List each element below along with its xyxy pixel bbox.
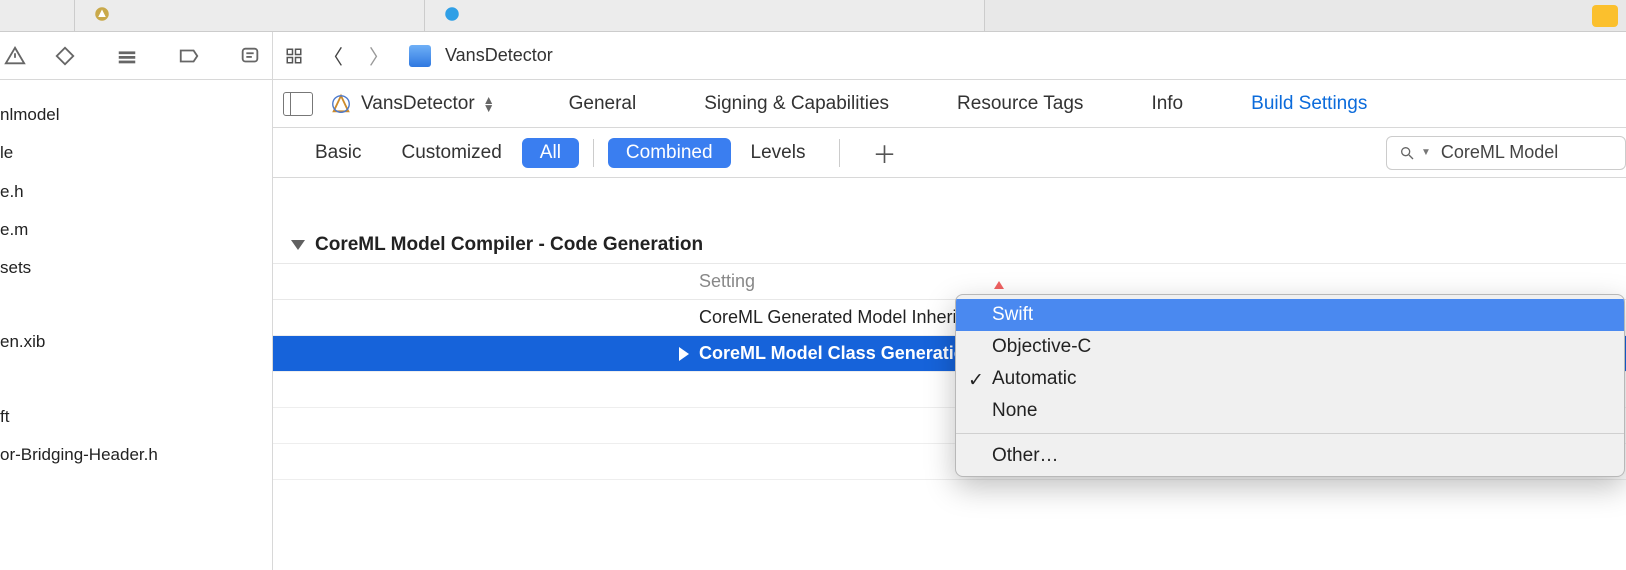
settings-section-header[interactable]: CoreML Model Compiler - Code Generation bbox=[273, 226, 1626, 264]
menu-item-objective-c[interactable]: Objective-C bbox=[956, 331, 1624, 363]
tab-general[interactable]: General bbox=[535, 93, 671, 115]
issue-icon[interactable] bbox=[0, 45, 26, 67]
xcode-app-icon bbox=[93, 5, 111, 26]
search-value: CoreML Model bbox=[1441, 142, 1558, 163]
app-target-icon bbox=[329, 92, 353, 116]
scope-all[interactable]: All bbox=[522, 138, 579, 168]
project-icon bbox=[409, 45, 431, 67]
warning-badge[interactable] bbox=[1592, 5, 1618, 27]
tab-build-settings[interactable]: Build Settings bbox=[1217, 93, 1401, 115]
separator bbox=[839, 139, 840, 167]
navigator-selector bbox=[0, 32, 272, 80]
settings-search[interactable]: ▼ CoreML Model bbox=[1386, 136, 1626, 170]
view-levels[interactable]: Levels bbox=[731, 136, 826, 170]
file-item[interactable]: or-Bridging-Header.h bbox=[0, 436, 272, 474]
tab-info[interactable]: Info bbox=[1117, 93, 1217, 115]
breakpoint-icon[interactable] bbox=[167, 45, 211, 67]
back-button[interactable]: 〈 bbox=[317, 41, 349, 70]
menu-item-automatic[interactable]: ✓ Automatic bbox=[956, 363, 1624, 395]
scope-basic[interactable]: Basic bbox=[295, 136, 381, 170]
report-icon[interactable] bbox=[228, 45, 272, 67]
window-tab[interactable] bbox=[0, 0, 75, 31]
related-items-icon[interactable] bbox=[285, 47, 303, 65]
menu-item-label: Automatic bbox=[992, 368, 1076, 390]
chevron-down-icon: ▼ bbox=[1421, 147, 1431, 158]
updown-icon: ▲▼ bbox=[483, 96, 495, 112]
breadcrumb-project[interactable]: VansDetector bbox=[445, 45, 553, 66]
window-tab[interactable] bbox=[425, 0, 985, 31]
file-item[interactable]: e.h bbox=[0, 173, 272, 211]
test-icon[interactable] bbox=[44, 45, 88, 67]
menu-item-other[interactable]: Other… bbox=[956, 440, 1624, 472]
section-title: CoreML Model Compiler - Code Generation bbox=[315, 234, 703, 256]
setting-label: CoreML Model Class Generation Language bbox=[273, 343, 1066, 364]
debug-icon[interactable] bbox=[105, 45, 149, 67]
disclosure-triangle-icon bbox=[291, 240, 305, 250]
navigator-sidebar: nlmodel le e.h e.m sets en.xib ft or-Bri… bbox=[0, 32, 273, 570]
target-selector[interactable]: VansDetector ▲▼ bbox=[329, 92, 495, 116]
tab-spacer bbox=[985, 0, 1584, 31]
file-item[interactable]: e.m bbox=[0, 211, 272, 249]
scope-customized[interactable]: Customized bbox=[381, 136, 521, 170]
target-name: VansDetector bbox=[361, 93, 475, 115]
forward-button[interactable]: 〉 bbox=[363, 41, 395, 70]
target-marker-icon bbox=[994, 279, 1004, 289]
project-editor-tabs: VansDetector ▲▼ General Signing & Capabi… bbox=[273, 80, 1626, 128]
separator bbox=[593, 139, 594, 167]
language-dropdown-menu: Swift Objective-C ✓ Automatic None Other… bbox=[955, 294, 1625, 477]
menu-separator bbox=[956, 433, 1624, 434]
file-item[interactable]: nlmodel bbox=[0, 96, 272, 134]
checkmark-icon: ✓ bbox=[968, 369, 984, 392]
menu-item-none[interactable]: None bbox=[956, 395, 1624, 427]
setting-label: CoreML Generated Model Inherits NSObject bbox=[273, 307, 1053, 328]
column-setting: Setting bbox=[273, 271, 755, 292]
safari-icon bbox=[443, 5, 461, 26]
file-item[interactable]: ft bbox=[0, 398, 272, 436]
target-list-toggle[interactable] bbox=[283, 92, 313, 116]
window-tab[interactable] bbox=[75, 0, 425, 31]
file-item[interactable]: le bbox=[0, 134, 272, 172]
build-settings-filter-bar: Basic Customized All Combined Levels ＋ ▼… bbox=[273, 128, 1626, 178]
tab-signing-capabilities[interactable]: Signing & Capabilities bbox=[670, 93, 923, 115]
disclosure-triangle-icon bbox=[679, 347, 689, 361]
menu-item-swift[interactable]: Swift bbox=[956, 299, 1624, 331]
search-icon bbox=[1399, 145, 1415, 161]
jump-bar: 〈 〉 VansDetector bbox=[273, 32, 1626, 80]
file-item[interactable]: sets bbox=[0, 249, 272, 287]
file-navigator: nlmodel le e.h e.m sets en.xib ft or-Bri… bbox=[0, 80, 272, 474]
add-setting-button[interactable]: ＋ bbox=[854, 135, 914, 170]
window-tab-bar bbox=[0, 0, 1626, 32]
file-item[interactable]: en.xib bbox=[0, 323, 272, 361]
view-combined[interactable]: Combined bbox=[608, 138, 731, 168]
tab-resource-tags[interactable]: Resource Tags bbox=[923, 93, 1117, 115]
